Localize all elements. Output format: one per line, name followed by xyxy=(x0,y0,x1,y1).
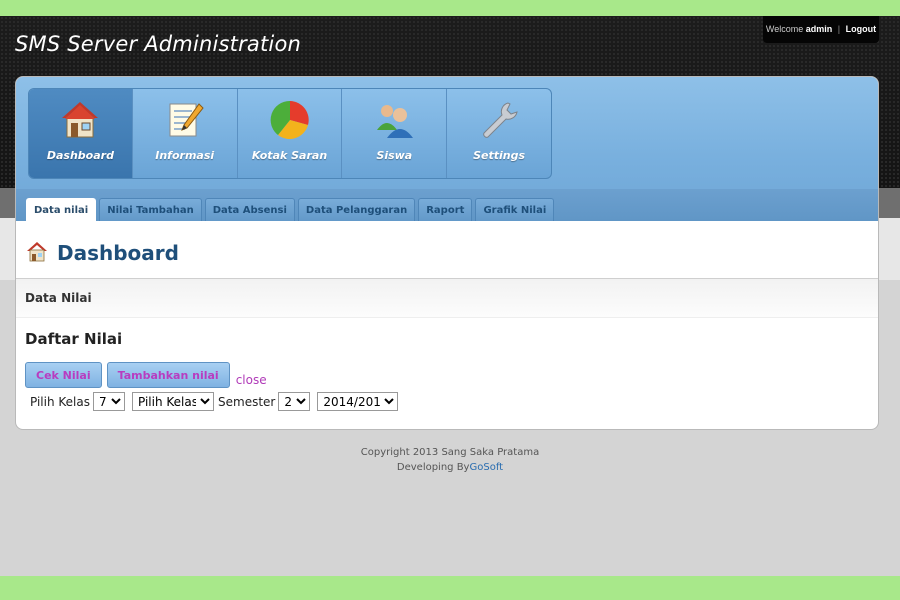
cek-nilai-button[interactable]: Cek Nilai xyxy=(25,362,102,388)
nav-item-siswa[interactable]: Siswa xyxy=(342,89,448,178)
tab-grafik-nilai[interactable]: Grafik Nilai xyxy=(475,198,555,221)
tab-strip: Data nilai Nilai Tambahan Data Absensi D… xyxy=(26,198,555,221)
wrench-icon xyxy=(483,102,518,138)
nav-label-settings: Settings xyxy=(473,149,526,162)
welcome-text: Welcome xyxy=(765,24,804,34)
house-icon xyxy=(62,102,99,138)
tahun-ajaran-select[interactable]: 2014/2015 xyxy=(317,392,399,411)
tab-data-nilai[interactable]: Data nilai xyxy=(26,198,97,221)
kelas-detail-select[interactable]: Pilih Kelas xyxy=(132,392,214,411)
action-row: Cek Nilai Tambahkan nilai close xyxy=(25,362,878,388)
username: admin xyxy=(805,24,833,34)
nav-item-dashboard[interactable]: Dashboard xyxy=(29,89,133,178)
section-title: Daftar Nilai xyxy=(25,330,123,348)
users-icon xyxy=(377,105,414,138)
pie-chart-icon xyxy=(270,100,309,140)
nav-label-siswa: Siswa xyxy=(376,149,413,162)
logout-link[interactable]: Logout xyxy=(846,24,877,34)
footer-developing-prefix: Developing By xyxy=(396,462,470,473)
main-panel: Dashboard Informasi Kotak Saran Siswa Se… xyxy=(15,76,879,430)
nav-item-kotak-saran[interactable]: Kotak Saran xyxy=(238,89,343,178)
footer: Copyright 2013 Sang Saka Pratama Develop… xyxy=(0,445,900,475)
developer-link[interactable]: GoSoft xyxy=(469,462,503,473)
nav-label-kotak-saran: Kotak Saran xyxy=(251,149,328,162)
content-area: Dashboard Data Nilai Daftar Nilai Cek Ni… xyxy=(16,221,878,411)
nav-label-dashboard: Dashboard xyxy=(46,149,114,162)
footer-developer-line: Developing ByGoSoft xyxy=(0,460,900,475)
filter-row: Pilih Kelas 7 Pilih Kelas Semester 2 201… xyxy=(30,392,878,411)
semester-label: Semester xyxy=(218,394,276,409)
welcome-box: Welcome admin | Logout xyxy=(763,16,879,43)
welcome-separator: | xyxy=(837,24,841,34)
kelas-label: Pilih Kelas xyxy=(30,394,90,409)
app-window: SMS Server Administration Welcome admin … xyxy=(0,16,900,576)
close-link[interactable]: close xyxy=(236,372,267,388)
site-title: SMS Server Administration xyxy=(15,32,302,56)
tab-data-absensi[interactable]: Data Absensi xyxy=(204,198,295,221)
kelas-select[interactable]: 7 xyxy=(93,392,125,411)
tambahkan-nilai-button[interactable]: Tambahkan nilai xyxy=(106,362,230,388)
semester-select[interactable]: 2 xyxy=(278,392,311,411)
nav-item-informasi[interactable]: Informasi xyxy=(133,89,238,178)
tab-data-pelanggaran[interactable]: Data Pelanggaran xyxy=(297,198,416,221)
page-title: Dashboard xyxy=(57,241,179,265)
nav-item-settings[interactable]: Settings xyxy=(447,89,551,178)
main-nav: Dashboard Informasi Kotak Saran Siswa Se… xyxy=(28,88,552,179)
tab-nilai-tambahan[interactable]: Nilai Tambahan xyxy=(99,198,202,221)
house-icon xyxy=(27,242,47,262)
breadcrumb: Data Nilai xyxy=(16,279,878,318)
tab-raport[interactable]: Raport xyxy=(418,198,473,221)
nav-label-informasi: Informasi xyxy=(155,149,215,162)
nav-header: Dashboard Informasi Kotak Saran Siswa Se… xyxy=(16,77,878,221)
footer-copyright: Copyright 2013 Sang Saka Pratama xyxy=(360,447,540,458)
page-header: Dashboard xyxy=(16,221,878,279)
notepad-icon xyxy=(169,103,204,137)
